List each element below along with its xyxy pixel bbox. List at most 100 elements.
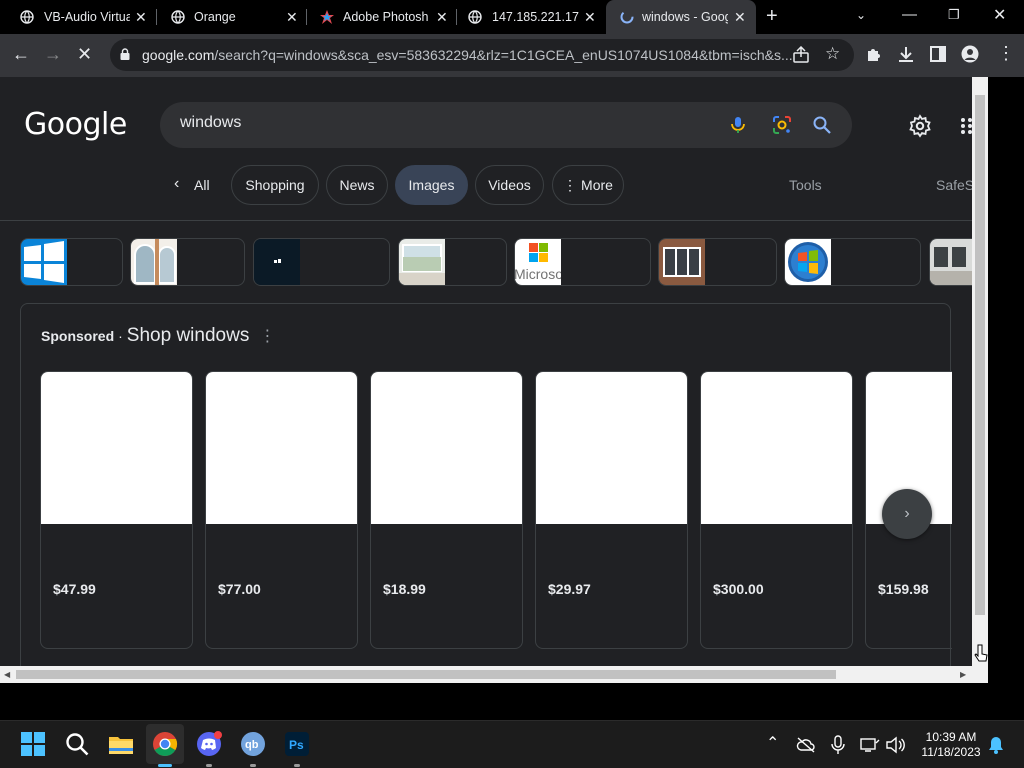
tab-vb-audio[interactable]: VB-Audio Virtua ✕ bbox=[0, 0, 150, 34]
side-panel-icon[interactable] bbox=[929, 45, 947, 63]
globe-icon bbox=[171, 10, 185, 24]
close-icon[interactable]: ✕ bbox=[135, 9, 147, 26]
product-card[interactable]: $29.97 bbox=[535, 371, 688, 649]
file-explorer-icon[interactable] bbox=[108, 731, 134, 757]
network-icon[interactable] bbox=[860, 737, 880, 753]
safesearch-button[interactable]: SafeS bbox=[936, 177, 972, 193]
related-thumbnail[interactable] bbox=[253, 238, 390, 286]
window-close-icon[interactable]: ✕ bbox=[993, 5, 1006, 25]
product-card[interactable]: $47.99 bbox=[40, 371, 193, 649]
stop-loading-icon[interactable]: ✕ bbox=[77, 44, 92, 65]
chip-videos[interactable]: Videos bbox=[475, 165, 544, 205]
tab-orange[interactable]: Orange ✕ bbox=[157, 0, 307, 34]
chevron-left-icon[interactable]: ‹ bbox=[174, 175, 179, 193]
new-tab-plus-icon[interactable]: + bbox=[766, 5, 778, 28]
separator: · bbox=[118, 328, 123, 344]
related-thumbnail[interactable] bbox=[130, 238, 245, 286]
profile-avatar-icon[interactable] bbox=[961, 45, 979, 63]
globe-icon bbox=[20, 10, 34, 24]
chevron-right-icon: › bbox=[904, 505, 910, 522]
search-input[interactable] bbox=[180, 114, 680, 132]
running-indicator bbox=[294, 764, 300, 767]
minimize-icon[interactable]: — bbox=[902, 6, 917, 23]
bookmark-star-icon[interactable]: ☆ bbox=[825, 44, 843, 63]
windows-7-orb-image bbox=[785, 239, 831, 285]
close-icon[interactable]: ✕ bbox=[734, 9, 746, 26]
thumb-microsoft-text: Microso bbox=[515, 266, 561, 282]
related-thumbnail[interactable] bbox=[658, 238, 777, 286]
product-price: $159.98 bbox=[878, 581, 929, 597]
close-icon[interactable]: ✕ bbox=[286, 9, 298, 26]
shop-title: Shop windows bbox=[126, 325, 250, 346]
share-icon[interactable] bbox=[792, 46, 810, 64]
product-card[interactable]: $77.00 bbox=[205, 371, 358, 649]
scroll-left-arrow-icon[interactable]: ◀ bbox=[4, 670, 10, 679]
related-thumbnails: Microso bbox=[0, 238, 972, 286]
product-card[interactable]: $18.99 bbox=[370, 371, 523, 649]
tab-title: windows - Goog bbox=[642, 10, 728, 24]
related-thumbnail[interactable] bbox=[784, 238, 921, 286]
close-icon[interactable]: ✕ bbox=[436, 9, 448, 26]
carousel-next-button[interactable]: › bbox=[882, 489, 932, 539]
related-thumbnail[interactable] bbox=[929, 238, 972, 286]
related-thumbnail[interactable]: Microso bbox=[514, 238, 651, 286]
back-arrow-icon[interactable]: ← bbox=[12, 44, 30, 65]
product-image bbox=[536, 372, 687, 524]
chip-shopping[interactable]: Shopping bbox=[231, 165, 319, 205]
scroll-right-arrow-icon[interactable]: ▶ bbox=[960, 670, 966, 679]
windows-start-icon[interactable] bbox=[20, 731, 46, 757]
photoshop-icon[interactable]: Ps bbox=[284, 731, 310, 757]
microphone-icon[interactable] bbox=[830, 735, 846, 755]
discord-icon[interactable] bbox=[196, 731, 222, 757]
kebab-icon: ⋮ bbox=[563, 176, 578, 193]
microsoft-logo-image: Microso bbox=[515, 239, 561, 285]
settings-gear-icon[interactable] bbox=[908, 114, 932, 138]
tab-search-chevron-icon[interactable]: ⌄ bbox=[856, 8, 866, 22]
close-icon[interactable]: ✕ bbox=[584, 9, 596, 26]
search-icon[interactable] bbox=[812, 115, 832, 135]
horizontal-scroll-thumb[interactable] bbox=[16, 670, 836, 679]
google-logo[interactable]: Google bbox=[24, 107, 127, 142]
related-thumbnail[interactable] bbox=[20, 238, 123, 286]
search-icon[interactable] bbox=[64, 731, 90, 757]
vertical-scrollbar[interactable] bbox=[972, 77, 988, 666]
voice-search-mic-icon[interactable] bbox=[728, 115, 748, 135]
address-bar[interactable]: google.com/search?q=windows&sca_esv=5836… bbox=[110, 39, 854, 71]
chrome-icon[interactable] bbox=[152, 731, 178, 757]
qbittorrent-icon[interactable]: qb bbox=[240, 731, 266, 757]
windows-dark-wallpaper-image bbox=[254, 239, 300, 285]
chip-more[interactable]: ⋮ More bbox=[552, 165, 624, 205]
more-options-icon[interactable]: ⋮ bbox=[259, 326, 275, 346]
system-clock[interactable]: 10:39 AM 11/18/2023 bbox=[916, 730, 986, 760]
tab-adobe-photoshop[interactable]: Adobe Photosh ✕ bbox=[307, 0, 457, 34]
tab-title: Orange bbox=[194, 10, 236, 24]
google-apps-grid-icon[interactable] bbox=[960, 117, 972, 135]
horizontal-scrollbar[interactable]: ◀ ▶ bbox=[0, 666, 988, 683]
notification-bell-icon[interactable] bbox=[988, 736, 1004, 754]
chip-news[interactable]: News bbox=[326, 165, 388, 205]
tab-google-windows[interactable]: windows - Goog ✕ bbox=[606, 0, 756, 34]
tools-button[interactable]: Tools bbox=[789, 177, 822, 193]
lens-camera-icon[interactable] bbox=[772, 115, 792, 135]
url-text[interactable]: google.com/search?q=windows&sca_esv=5836… bbox=[142, 47, 792, 63]
volume-icon[interactable] bbox=[885, 736, 905, 754]
restore-icon[interactable]: ❐ bbox=[948, 7, 960, 23]
extensions-puzzle-icon[interactable] bbox=[865, 45, 883, 63]
clock-time: 10:39 AM bbox=[925, 730, 977, 744]
onedrive-offline-icon[interactable] bbox=[796, 737, 816, 753]
download-icon[interactable] bbox=[897, 45, 915, 63]
chip-images[interactable]: Images bbox=[395, 165, 468, 205]
hand-cursor-icon bbox=[974, 644, 988, 662]
product-card[interactable]: $300.00 bbox=[700, 371, 853, 649]
url-host: google.com bbox=[142, 47, 215, 63]
tab-title: Adobe Photosh bbox=[343, 10, 429, 24]
vertical-scroll-thumb[interactable] bbox=[975, 95, 985, 615]
forward-arrow-icon[interactable]: → bbox=[44, 44, 62, 65]
chip-all[interactable]: All bbox=[194, 177, 210, 193]
chrome-menu-icon[interactable]: ⋮ bbox=[997, 43, 1015, 63]
tab-ip-address[interactable]: 147.185.221.17 ✕ bbox=[457, 0, 605, 34]
show-hidden-icons-chevron-icon[interactable]: ⌃ bbox=[766, 733, 779, 753]
product-image bbox=[371, 372, 522, 524]
related-thumbnail[interactable] bbox=[398, 238, 507, 286]
lock-icon[interactable] bbox=[120, 48, 130, 60]
